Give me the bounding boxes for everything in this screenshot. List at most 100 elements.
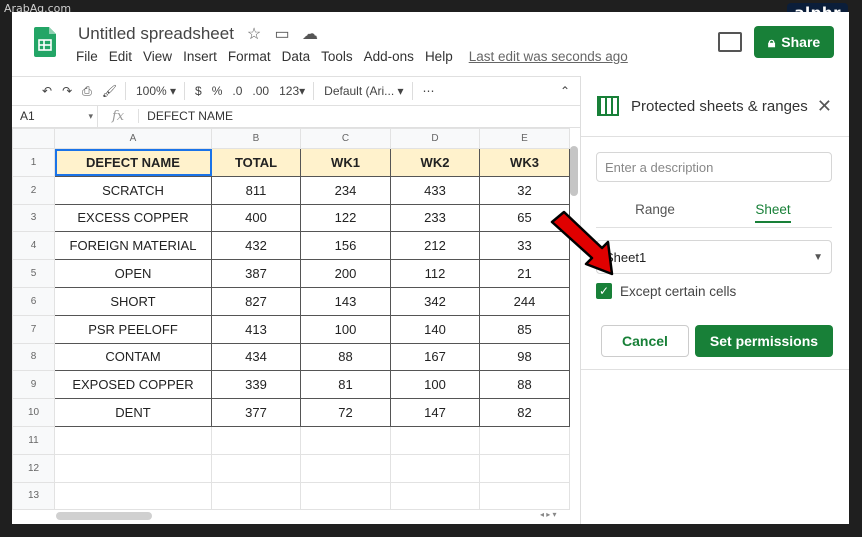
percent-format-button[interactable]: % [212, 84, 223, 98]
last-edit-link[interactable]: Last edit was seconds ago [469, 49, 628, 64]
cell[interactable]: 413 [211, 314, 301, 344]
sheets-logo-icon[interactable] [34, 27, 56, 57]
cloud-status-icon[interactable]: ☁ [301, 24, 319, 44]
cell[interactable]: 156 [300, 231, 391, 261]
cell[interactable]: 122 [300, 203, 391, 233]
cell[interactable]: EXCESS COPPER [54, 203, 212, 233]
cell[interactable]: 167 [390, 342, 480, 372]
undo-icon[interactable]: ↶ [42, 84, 52, 98]
cell[interactable]: 82 [479, 398, 570, 427]
column-header[interactable]: D [390, 128, 480, 149]
cell[interactable] [300, 481, 391, 510]
except-cells-option[interactable]: ✓ Except certain cells [596, 283, 736, 299]
cell[interactable]: 140 [390, 314, 480, 344]
cell[interactable]: WK1 [300, 148, 391, 177]
menu-insert[interactable]: Insert [183, 49, 217, 64]
cell[interactable]: 244 [479, 286, 570, 316]
cell[interactable]: 147 [390, 398, 480, 427]
cell[interactable]: 72 [300, 398, 391, 427]
cell[interactable]: 143 [300, 286, 391, 316]
row-number[interactable]: 9 [12, 370, 55, 400]
cell[interactable]: EXPOSED COPPER [54, 370, 212, 400]
collapse-toolbar-icon[interactable]: ⌃ [560, 84, 570, 98]
cell[interactable]: DENT [54, 398, 212, 427]
column-header[interactable]: E [479, 128, 570, 149]
star-icon[interactable]: ☆ [245, 24, 263, 44]
cell[interactable]: WK3 [479, 148, 570, 177]
column-header[interactable]: B [211, 128, 301, 149]
row-number[interactable]: 12 [12, 453, 55, 483]
cell[interactable]: 81 [300, 370, 391, 400]
cell-selected[interactable]: DEFECT NAME [54, 148, 212, 177]
name-box[interactable]: A1 ▾ [12, 105, 98, 127]
column-header[interactable]: A [54, 128, 212, 149]
menu-addons[interactable]: Add-ons [364, 49, 414, 64]
tab-sheet[interactable]: Sheet [714, 202, 832, 226]
menu-view[interactable]: View [143, 49, 172, 64]
font-select[interactable]: Default (Ari... ▾ [324, 84, 403, 98]
cell[interactable] [479, 481, 570, 510]
cell[interactable]: WK2 [390, 148, 480, 177]
more-formats-button[interactable]: 123▾ [279, 84, 305, 98]
cell[interactable]: TOTAL [211, 148, 301, 177]
cell[interactable]: OPEN [54, 259, 212, 288]
cell[interactable] [54, 453, 212, 483]
cell[interactable]: 432 [211, 231, 301, 261]
horizontal-scrollbar[interactable] [56, 512, 152, 520]
increase-decimal-button[interactable]: .00 [252, 84, 269, 98]
cell[interactable]: 827 [211, 286, 301, 316]
menu-help[interactable]: Help [425, 49, 453, 64]
cell[interactable]: 433 [390, 175, 480, 205]
cell[interactable]: 98 [479, 342, 570, 372]
formula-input[interactable]: DEFECT NAME [138, 109, 233, 123]
cell[interactable]: 233 [390, 203, 480, 233]
cell[interactable] [54, 481, 212, 510]
currency-format-button[interactable]: $ [195, 84, 202, 98]
menu-file[interactable]: File [76, 49, 98, 64]
cell[interactable] [390, 453, 480, 483]
cell[interactable]: 85 [479, 314, 570, 344]
spreadsheet-grid[interactable]: A B C D E 1 DEFECT NAME TOTAL WK1 WK2 WK… [12, 128, 580, 510]
menu-data[interactable]: Data [282, 49, 311, 64]
row-number[interactable]: 7 [12, 314, 55, 344]
document-title[interactable]: Untitled spreadsheet [78, 24, 234, 44]
row-number[interactable]: 13 [12, 481, 55, 510]
row-number[interactable]: 6 [12, 286, 55, 316]
row-number[interactable]: 1 [12, 148, 55, 177]
row-number[interactable]: 10 [12, 398, 55, 427]
select-all-corner[interactable] [12, 128, 55, 149]
row-number[interactable]: 8 [12, 342, 55, 372]
menu-edit[interactable]: Edit [109, 49, 132, 64]
row-number[interactable]: 4 [12, 231, 55, 261]
cell[interactable]: 339 [211, 370, 301, 400]
cell[interactable] [54, 425, 212, 455]
scroll-arrows-icon[interactable]: ◂ ▸ ▾ [540, 510, 557, 519]
cell[interactable] [479, 453, 570, 483]
paint-format-icon[interactable]: 🖌︎ [102, 84, 117, 98]
share-button[interactable]: 🔒︎ Share [754, 26, 834, 58]
row-number[interactable]: 3 [12, 203, 55, 233]
cell[interactable]: 434 [211, 342, 301, 372]
set-permissions-button[interactable]: Set permissions [695, 325, 833, 357]
more-options-icon[interactable]: ⋯ [423, 84, 435, 98]
cell[interactable]: 88 [300, 342, 391, 372]
row-number[interactable]: 11 [12, 425, 55, 455]
move-folder-icon[interactable]: ▭ [273, 24, 291, 44]
cell[interactable] [211, 425, 301, 455]
cell[interactable]: SHORT [54, 286, 212, 316]
cell[interactable] [479, 425, 570, 455]
print-icon[interactable]: ⎙ [82, 84, 92, 99]
cell[interactable]: 88 [479, 370, 570, 400]
comments-icon[interactable] [718, 32, 742, 52]
cell[interactable] [390, 481, 480, 510]
close-icon[interactable]: ✕ [817, 96, 832, 117]
cell[interactable]: 811 [211, 175, 301, 205]
row-number[interactable]: 2 [12, 175, 55, 205]
vertical-scrollbar[interactable] [570, 146, 578, 196]
cell[interactable]: SCRATCH [54, 175, 212, 205]
menu-tools[interactable]: Tools [321, 49, 353, 64]
cell[interactable]: 200 [300, 259, 391, 288]
cell[interactable]: PSR PEELOFF [54, 314, 212, 344]
cell[interactable] [300, 425, 391, 455]
cancel-button[interactable]: Cancel [601, 325, 689, 357]
